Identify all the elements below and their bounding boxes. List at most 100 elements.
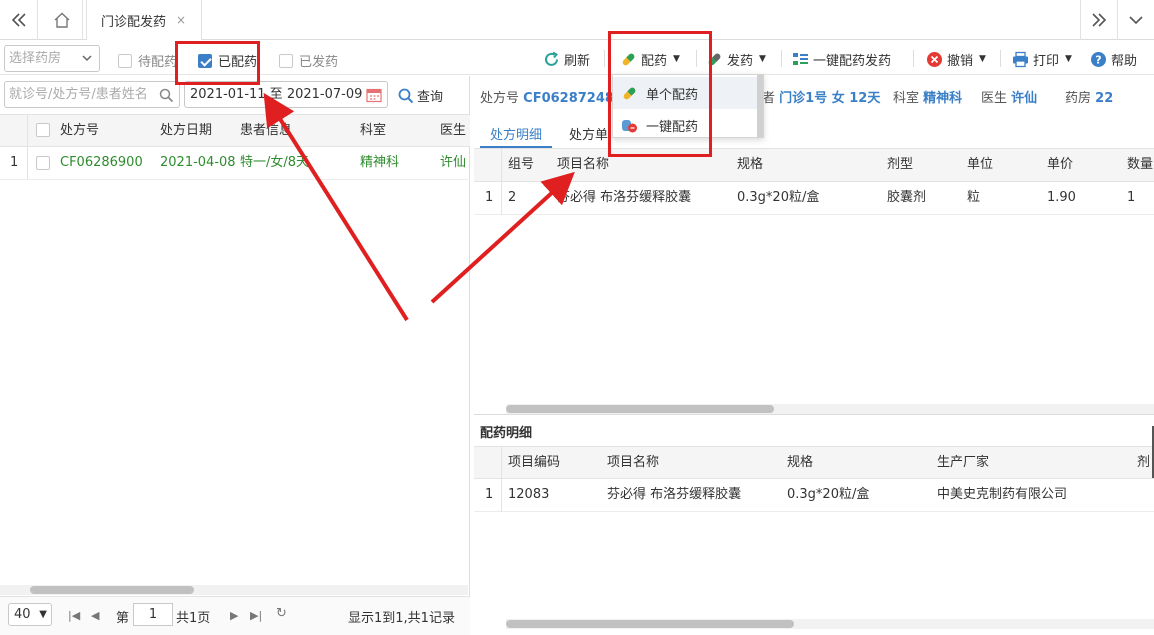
- caret-down-icon: ▼: [673, 54, 680, 64]
- checkbox[interactable]: [279, 53, 293, 68]
- capsule-icon: [620, 51, 637, 68]
- date-range-input[interactable]: 2021-01-11 至 2021-07-09: [184, 81, 388, 108]
- column-header[interactable]: 单位: [967, 149, 993, 181]
- search-input[interactable]: 就诊号/处方号/患者姓名: [4, 81, 180, 108]
- scrollbar-thumb[interactable]: [506, 620, 794, 628]
- dosage-form: 胶囊剂: [887, 190, 927, 205]
- horizontal-scrollbar[interactable]: [506, 619, 1154, 629]
- tab-prescription-detail[interactable]: 处方明细: [490, 124, 542, 143]
- refresh-button[interactable]: 刷新: [543, 49, 590, 69]
- double-chevron-right-icon[interactable]: [1080, 0, 1118, 40]
- divider: [1000, 50, 1001, 67]
- dropdown-scrollbar[interactable]: [757, 75, 763, 137]
- svg-text:?: ?: [1095, 53, 1101, 66]
- page-number-input[interactable]: 1: [133, 603, 173, 626]
- row-number-column: [474, 447, 502, 480]
- revoke-label: 撤销: [947, 53, 974, 69]
- column-header[interactable]: 处方日期: [160, 115, 212, 147]
- row-number: 1: [485, 190, 494, 205]
- column-header[interactable]: 患者信息: [240, 115, 292, 147]
- pharmacy-select[interactable]: 选择药房: [4, 45, 100, 72]
- column-header[interactable]: 规格: [737, 149, 763, 181]
- prescription-detail-panel: 处方号 CF06287248 者 门诊1号 女 12天 科室 精神科 医生 许仙…: [474, 76, 1154, 635]
- pills-icon: [621, 117, 638, 134]
- query-button[interactable]: 查询: [398, 86, 443, 105]
- prepare-medicine-dropdown: 单个配药 一键配药: [612, 74, 764, 138]
- search-icon: [398, 88, 414, 103]
- pagination: 40 ▼ |◀ ◀ 第 1 共1页 ▶ ▶| ↻ 显示1到1,共1记录: [0, 596, 470, 635]
- row-checkbox[interactable]: [36, 156, 50, 170]
- patient-info: 特一/女/8天: [240, 155, 310, 170]
- filter-dispensed-prepared[interactable]: 已配药: [198, 51, 257, 70]
- column-header[interactable]: 单价: [1047, 149, 1073, 181]
- item-spec: 0.3g*20粒/盒: [737, 190, 820, 205]
- column-header[interactable]: 医生: [440, 115, 466, 147]
- next-page-icon[interactable]: ▶: [230, 609, 238, 622]
- one-key-prepare-dispense-button[interactable]: 一键配药发药: [792, 49, 891, 69]
- horizontal-scrollbar[interactable]: [0, 585, 468, 595]
- prev-page-icon[interactable]: ◀: [91, 609, 99, 622]
- chevron-down-icon[interactable]: [1118, 0, 1154, 40]
- group-number: 2: [508, 190, 517, 205]
- column-header[interactable]: 生产厂家: [937, 447, 989, 479]
- scrollbar-thumb[interactable]: [30, 586, 194, 594]
- pharmacy-label: 药房: [1065, 91, 1092, 106]
- column-header[interactable]: 规格: [787, 447, 813, 479]
- home-icon[interactable]: [41, 0, 83, 40]
- close-icon[interactable]: ×: [176, 13, 186, 27]
- checkbox-checked[interactable]: [198, 53, 212, 68]
- calendar-icon[interactable]: [366, 87, 382, 112]
- caret-down-icon: ▼: [759, 54, 766, 64]
- column-header[interactable]: 数量: [1127, 149, 1153, 181]
- help-button[interactable]: ? 帮助: [1090, 49, 1137, 69]
- column-header[interactable]: 项目名称: [557, 149, 609, 181]
- page-size-value: 40: [14, 607, 31, 622]
- filter-pending[interactable]: 待配药: [118, 51, 177, 70]
- filter-pending-label: 待配药: [138, 55, 178, 70]
- reload-icon[interactable]: ↻: [276, 606, 287, 621]
- column-header[interactable]: 剂型: [887, 149, 913, 181]
- menu-item-one-key-prepare[interactable]: 一键配药: [613, 109, 758, 141]
- divider: [696, 50, 697, 67]
- horizontal-scrollbar[interactable]: [506, 404, 1154, 414]
- pharmacy-select-placeholder: 选择药房: [9, 51, 62, 66]
- patient-info-segment: 者 门诊1号 女 12天: [762, 87, 880, 106]
- menu-item-label: 一键配药: [646, 119, 699, 135]
- tab-prescription-slip[interactable]: 处方单: [569, 124, 608, 143]
- menu-item-label: 单个配药: [646, 87, 699, 103]
- dispense-button[interactable]: 发药 ▼: [706, 49, 766, 69]
- manufacturer: 中美史克制药有限公司: [937, 487, 1068, 502]
- first-page-icon[interactable]: |◀: [68, 609, 80, 622]
- department: 精神科: [360, 155, 400, 170]
- table-row[interactable]: 1 2 芬必得 布洛芬缓释胶囊 0.3g*20粒/盒 胶囊剂 粒 1.90 1: [474, 182, 1154, 215]
- filter-issued-label: 已发药: [299, 55, 339, 70]
- table-row[interactable]: 1 12083 芬必得 布洛芬缓释胶囊 0.3g*20粒/盒 中美史克制药有限公…: [474, 479, 1154, 512]
- column-header[interactable]: 处方号: [60, 115, 99, 147]
- revoke-button[interactable]: 撤销 ▼: [926, 49, 986, 69]
- select-all-checkbox[interactable]: [36, 123, 50, 137]
- filter-issued[interactable]: 已发药: [279, 51, 338, 70]
- scrollbar-thumb[interactable]: [506, 405, 774, 413]
- column-header[interactable]: 项目编码: [508, 447, 560, 479]
- table-row[interactable]: 1 CF06286900 2021-04-08 特一/女/8天 精神科 许仙: [0, 147, 470, 180]
- column-header[interactable]: 组号: [508, 149, 534, 181]
- doctor-info-segment: 医生 许仙: [981, 87, 1037, 106]
- rx-label: 处方号: [480, 91, 520, 106]
- page-size-select[interactable]: 40 ▼: [8, 603, 52, 626]
- double-chevron-left-icon[interactable]: [0, 0, 38, 40]
- column-header[interactable]: 剂: [1137, 447, 1150, 479]
- menu-item-single-prepare[interactable]: 单个配药: [613, 77, 758, 109]
- prescription-list-panel: 就诊号/处方号/患者姓名 2021-01-11 至 2021-07-09 查询 …: [0, 76, 470, 635]
- checkbox[interactable]: [118, 53, 132, 68]
- row-number: 1: [485, 487, 494, 502]
- list-check-icon: [792, 51, 809, 68]
- divider: [913, 50, 914, 67]
- unit-price: 1.90: [1047, 190, 1076, 205]
- column-header[interactable]: 项目名称: [607, 447, 659, 479]
- last-page-icon[interactable]: ▶|: [250, 609, 262, 622]
- column-header[interactable]: 科室: [360, 115, 386, 147]
- tab-outpatient-dispensing[interactable]: 门诊配发药 ×: [86, 0, 202, 40]
- prepare-medicine-button[interactable]: 配药 ▼: [620, 49, 680, 69]
- record-summary: 显示1到1,共1记录: [348, 611, 455, 626]
- print-button[interactable]: 打印 ▼: [1012, 49, 1072, 69]
